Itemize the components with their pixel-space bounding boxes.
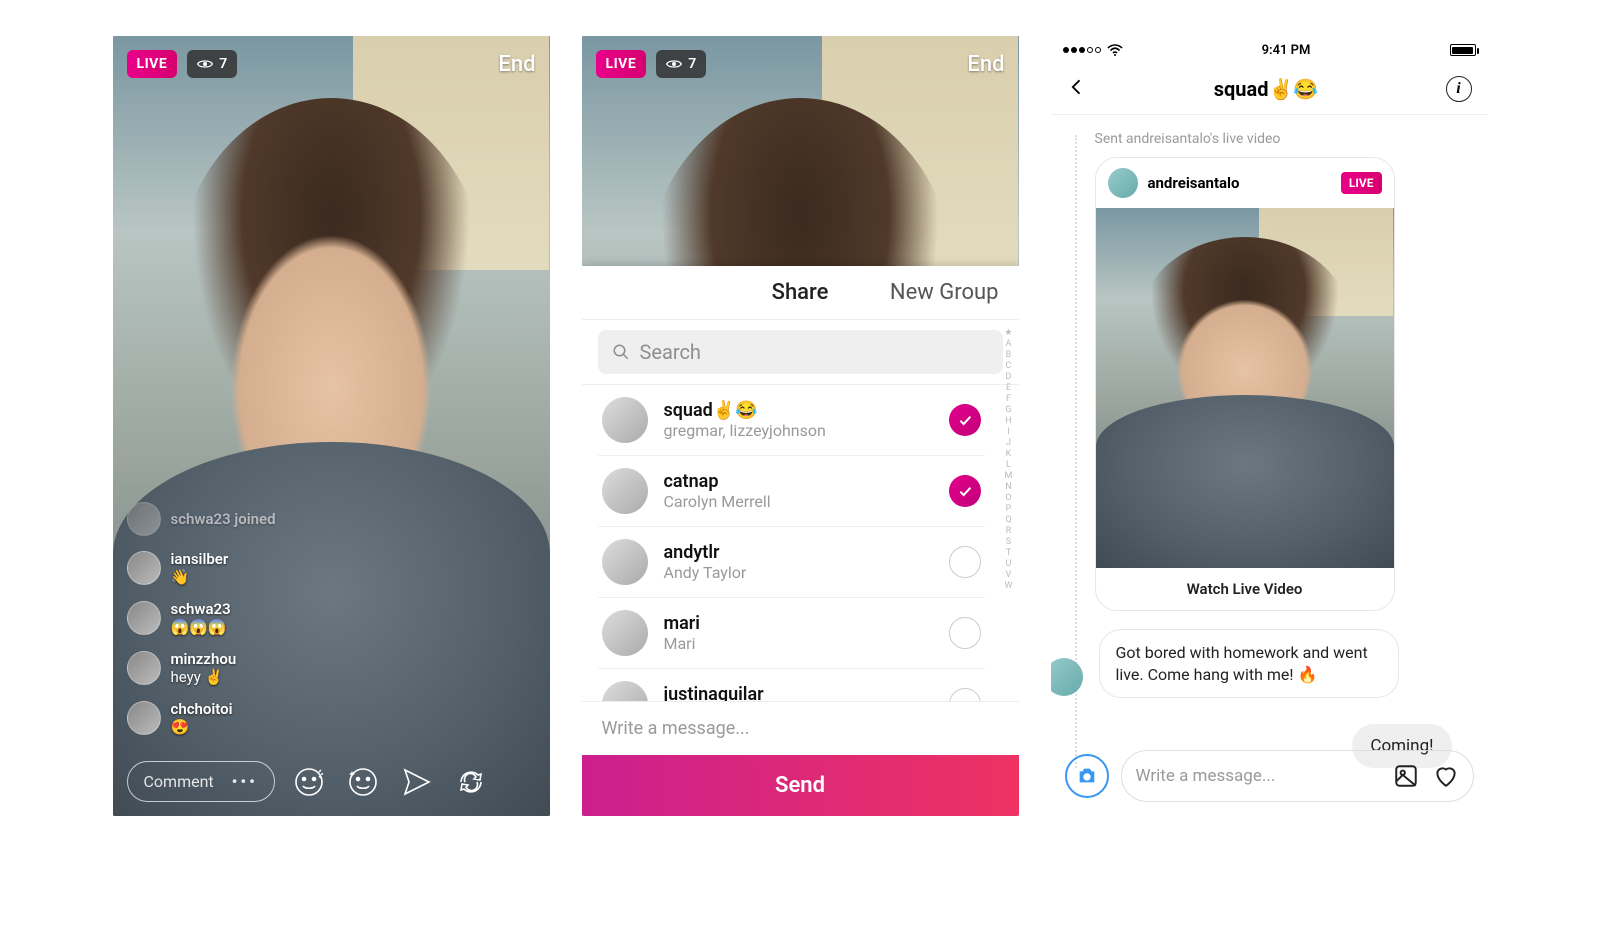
info-button[interactable]: i xyxy=(1446,76,1472,102)
status-bar: 9:41 PM xyxy=(1051,36,1488,64)
avatar xyxy=(602,468,648,514)
avatar xyxy=(127,651,161,685)
comment-row: minzzhouheyy ✌️ xyxy=(127,650,470,686)
alpha-index[interactable]: ★ABCDEFGHIJKLMNOPQRSTUVW xyxy=(1004,326,1012,384)
contact-row[interactable]: justinaguilarJustin Aguilar xyxy=(598,669,985,701)
gallery-icon[interactable] xyxy=(1393,763,1419,789)
back-button[interactable] xyxy=(1067,77,1087,101)
more-icon[interactable]: ••• xyxy=(232,772,258,791)
avatar xyxy=(602,539,648,585)
contact-list[interactable]: squad✌️😂gregmar, lizzeyjohnson catnapCar… xyxy=(582,385,1019,701)
contact-name: mari xyxy=(664,613,700,634)
end-button[interactable]: End xyxy=(498,52,535,77)
contact-sub: Carolyn Merrell xyxy=(664,492,771,511)
comment-username: schwa23 xyxy=(171,600,231,618)
live-badge: LIVE xyxy=(1341,172,1382,194)
sent-label: Sent andreisantalo's live video xyxy=(1095,131,1470,147)
viewer-count-badge[interactable]: 7 xyxy=(656,50,706,78)
signal-dots-icon xyxy=(1063,47,1101,53)
dm-thread-screen: 9:41 PM squad✌️😂 i Sent andreisantalo's … xyxy=(1051,36,1488,816)
face-filter-button[interactable] xyxy=(289,762,329,802)
comment-username: minzzhou xyxy=(171,650,237,668)
comment-row: schwa23😱😱😱 xyxy=(127,600,470,636)
live-video-card[interactable]: andreisantalo LIVE Watch Live Video xyxy=(1095,157,1395,611)
status-time: 9:41 PM xyxy=(1262,43,1311,58)
search-placeholder: Search xyxy=(640,340,701,364)
live-broadcast-screen: LIVE 7 End schwa23 joined iansilber👋 sch… xyxy=(113,36,550,816)
search-input[interactable]: Search xyxy=(598,330,1003,374)
live-badge: LIVE xyxy=(127,50,178,78)
contact-row[interactable]: squad✌️😂gregmar, lizzeyjohnson xyxy=(598,385,985,456)
comment-text: 😱😱😱 xyxy=(171,618,231,636)
viewer-count-badge[interactable]: 7 xyxy=(187,50,237,78)
select-checkbox[interactable] xyxy=(949,475,981,507)
share-sheet: Share New Group Search ★ABCDEFGHIJKLMNOP… xyxy=(582,266,1019,816)
camera-icon xyxy=(1076,765,1098,787)
contact-sub: Mari xyxy=(664,634,700,653)
card-username: andreisantalo xyxy=(1148,174,1240,192)
thread-title[interactable]: squad✌️😂 xyxy=(1214,77,1319,101)
contact-row[interactable]: andytlrAndy Taylor xyxy=(598,527,985,598)
avatar xyxy=(1108,168,1138,198)
end-button[interactable]: End xyxy=(967,52,1004,77)
comment-row: iansilber👋 xyxy=(127,550,470,586)
comment-username: iansilber xyxy=(171,550,229,568)
eye-icon xyxy=(197,58,213,70)
share-title: Share xyxy=(772,280,829,305)
message-input[interactable]: Write a message... xyxy=(582,701,1019,755)
dm-input-placeholder: Write a message... xyxy=(1136,766,1276,786)
dm-message-input[interactable]: Write a message... xyxy=(1121,750,1474,802)
card-thumbnail xyxy=(1096,208,1394,568)
contact-sub: gregmar, lizzeyjohnson xyxy=(664,421,826,440)
battery-icon xyxy=(1450,44,1476,56)
new-group-button[interactable]: New Group xyxy=(890,280,999,305)
avatar xyxy=(602,681,648,701)
comment-input[interactable]: Comment ••• xyxy=(127,761,275,802)
viewer-count: 7 xyxy=(688,56,696,72)
select-checkbox[interactable] xyxy=(949,404,981,436)
select-checkbox[interactable] xyxy=(949,546,981,578)
contact-row[interactable]: mariMari xyxy=(598,598,985,669)
comment-row: chchoitoi😍 xyxy=(127,700,470,736)
effects-button[interactable] xyxy=(343,762,383,802)
search-icon xyxy=(612,343,630,361)
message-bubble: Got bored with homework and went live. C… xyxy=(1099,629,1399,698)
contact-name: justinaguilar xyxy=(664,684,764,701)
contact-name: squad✌️😂 xyxy=(664,400,826,421)
select-checkbox[interactable] xyxy=(949,617,981,649)
contact-name: catnap xyxy=(664,471,771,492)
comment-row: schwa23 joined xyxy=(127,502,470,536)
comment-text: heyy ✌️ xyxy=(171,668,237,686)
heart-icon[interactable] xyxy=(1433,763,1459,789)
contact-row[interactable]: catnapCarolyn Merrell xyxy=(598,456,985,527)
contact-name: andytlr xyxy=(664,542,747,563)
avatar xyxy=(127,502,161,536)
comment-placeholder: Comment xyxy=(144,772,214,791)
camera-button[interactable] xyxy=(1065,754,1109,798)
share-sheet-screen: LIVE 7 End Share New Group Search ★ABCDE… xyxy=(582,36,1019,816)
contact-sub: Andy Taylor xyxy=(664,563,747,582)
switch-camera-button[interactable] xyxy=(451,762,491,802)
comment-text: 👋 xyxy=(171,568,229,586)
live-badge: LIVE xyxy=(596,50,647,78)
viewer-count: 7 xyxy=(219,56,227,72)
avatar xyxy=(602,397,648,443)
watch-live-cta[interactable]: Watch Live Video xyxy=(1096,568,1394,610)
avatar xyxy=(127,551,161,585)
select-checkbox[interactable] xyxy=(949,688,981,701)
live-comments-feed: schwa23 joined iansilber👋 schwa23😱😱😱 min… xyxy=(127,502,470,736)
comment-username: schwa23 joined xyxy=(171,510,276,528)
avatar xyxy=(602,610,648,656)
wifi-icon xyxy=(1107,44,1123,56)
eye-icon xyxy=(666,58,682,70)
avatar xyxy=(127,701,161,735)
send-button[interactable]: Send xyxy=(582,755,1019,816)
avatar xyxy=(127,601,161,635)
share-button[interactable] xyxy=(397,762,437,802)
comment-username: chchoitoi xyxy=(171,700,233,718)
comment-text: 😍 xyxy=(171,718,233,736)
avatar xyxy=(1051,658,1083,696)
